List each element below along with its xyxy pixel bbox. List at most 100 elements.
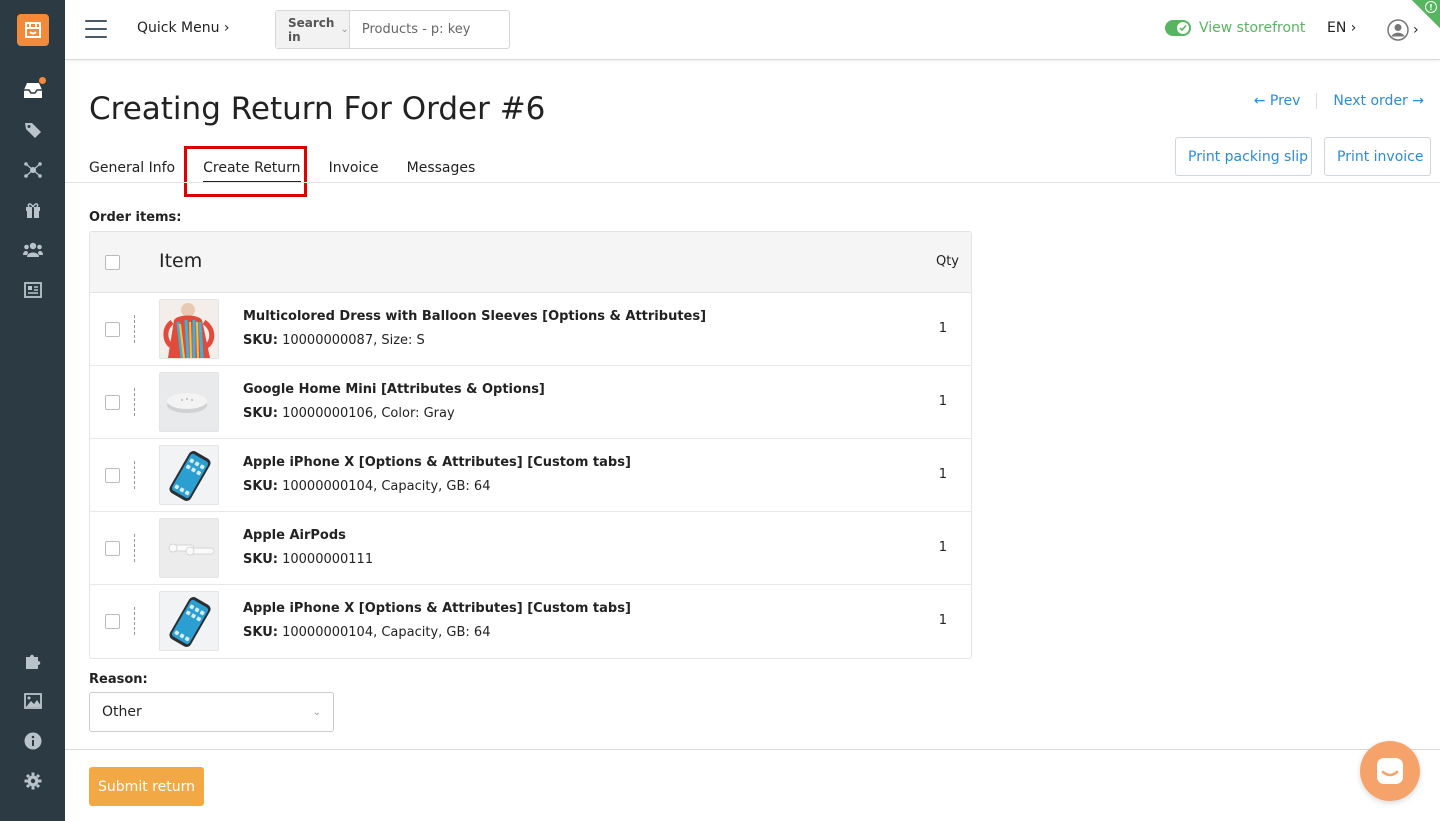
table-row: Multicolored Dress with Balloon Sleeves … bbox=[90, 293, 971, 366]
customers-icon[interactable] bbox=[22, 239, 44, 261]
marketing-network-icon[interactable] bbox=[22, 159, 44, 181]
row-checkbox[interactable] bbox=[105, 395, 120, 410]
order-items-label: Order items: bbox=[89, 210, 182, 225]
info-icon[interactable] bbox=[22, 730, 44, 752]
drag-handle[interactable] bbox=[134, 607, 135, 635]
cs-cart-logo[interactable] bbox=[17, 14, 49, 46]
search-box: Search in ⌄ bbox=[275, 10, 532, 49]
row-checkbox[interactable] bbox=[105, 322, 120, 337]
chat-icon bbox=[1377, 758, 1403, 784]
reason-selected-value: Other bbox=[102, 704, 142, 720]
topbar: Quick Menu › Search in ⌄ View storefront… bbox=[65, 0, 1440, 60]
products-tag-icon[interactable] bbox=[22, 119, 44, 141]
view-storefront-link[interactable]: View storefront bbox=[1165, 20, 1305, 36]
nav-divider bbox=[1316, 93, 1318, 109]
print-invoice-button[interactable]: Print invoice bbox=[1324, 137, 1431, 176]
view-storefront-label: View storefront bbox=[1199, 20, 1306, 36]
notification-corner[interactable]: ! bbox=[1404, 0, 1440, 34]
page-title: Creating Return For Order #6 bbox=[89, 91, 546, 127]
product-sku: SKU: 10000000104, Capacity, GB: 64 bbox=[243, 479, 490, 494]
sku-label: SKU: bbox=[243, 552, 278, 567]
product-sku: SKU: 10000000087, Size: S bbox=[243, 333, 425, 348]
tab-messages[interactable]: Messages bbox=[407, 160, 476, 183]
select-all-checkbox[interactable] bbox=[105, 255, 120, 270]
images-icon[interactable] bbox=[22, 690, 44, 712]
sku-value: 10000000104, Capacity, GB: 64 bbox=[282, 479, 491, 494]
product-name[interactable]: Google Home Mini [Attributes & Options] bbox=[243, 382, 545, 397]
column-header-item: Item bbox=[159, 250, 203, 272]
tab-general-info[interactable]: General Info bbox=[89, 160, 175, 183]
drag-handle[interactable] bbox=[134, 315, 135, 343]
table-row: Apple iPhone X [Options & Attributes] [C… bbox=[90, 585, 971, 658]
table-row: Apple AirPods SKU: 10000000111 1 bbox=[90, 512, 971, 585]
product-qty: 1 bbox=[938, 613, 947, 628]
main-content: Creating Return For Order #6 ← Prev Next… bbox=[65, 61, 1440, 749]
row-checkbox[interactable] bbox=[105, 614, 120, 629]
sku-value: 10000000087, Size: S bbox=[282, 333, 425, 348]
prev-order-link[interactable]: ← Prev bbox=[1254, 93, 1301, 109]
sku-label: SKU: bbox=[243, 625, 278, 640]
search-in-label: Search in bbox=[288, 15, 335, 44]
table-header: Item Qty bbox=[90, 232, 971, 293]
hamburger-menu-icon[interactable] bbox=[85, 20, 107, 38]
website-content-icon[interactable] bbox=[22, 279, 44, 301]
chevron-down-icon: ⌄ bbox=[340, 24, 349, 35]
language-selector[interactable]: EN › bbox=[1327, 20, 1356, 36]
column-header-qty: Qty bbox=[935, 254, 959, 269]
alert-icon: ! bbox=[1425, 1, 1437, 13]
sku-label: SKU: bbox=[243, 479, 278, 494]
next-order-link[interactable]: Next order → bbox=[1333, 93, 1424, 109]
table-row: Google Home Mini [Attributes & Options] … bbox=[90, 366, 971, 439]
product-sku: SKU: 10000000111 bbox=[243, 552, 373, 567]
storefront-status-toggle-icon bbox=[1165, 20, 1191, 36]
tab-bar: General Info Create Return Invoice Messa… bbox=[89, 160, 475, 183]
tabs-divider bbox=[65, 182, 1440, 183]
tab-invoice[interactable]: Invoice bbox=[329, 160, 379, 183]
drag-handle[interactable] bbox=[134, 534, 135, 562]
row-checkbox[interactable] bbox=[105, 541, 120, 556]
chat-widget-button[interactable] bbox=[1360, 741, 1420, 801]
order-navigation: ← Prev Next order → bbox=[1254, 93, 1424, 109]
sku-value: 10000000111 bbox=[282, 552, 374, 567]
quick-menu[interactable]: Quick Menu › bbox=[137, 20, 230, 36]
airpods-image[interactable] bbox=[159, 518, 219, 578]
product-qty: 1 bbox=[938, 467, 947, 482]
sku-value: 10000000104, Capacity, GB: 64 bbox=[282, 625, 491, 640]
speaker-image[interactable] bbox=[159, 372, 219, 432]
product-sku: SKU: 10000000106, Color: Gray bbox=[243, 406, 455, 421]
drag-handle[interactable] bbox=[134, 461, 135, 489]
submit-return-button[interactable]: Submit return bbox=[89, 767, 204, 806]
product-name[interactable]: Apple iPhone X [Options & Attributes] [C… bbox=[243, 601, 631, 616]
search-in-dropdown[interactable]: Search in ⌄ bbox=[276, 11, 350, 48]
row-checkbox[interactable] bbox=[105, 468, 120, 483]
print-packing-slip-button[interactable]: Print packing slip bbox=[1175, 137, 1312, 176]
dress-image[interactable] bbox=[159, 299, 219, 359]
phone-image[interactable] bbox=[159, 445, 219, 505]
chevron-down-icon: ⌄ bbox=[312, 706, 321, 718]
product-qty: 1 bbox=[938, 394, 947, 409]
product-qty: 1 bbox=[938, 540, 947, 555]
order-items-table: Item Qty Multicolored Dress with Balloon… bbox=[89, 231, 972, 659]
product-name[interactable]: Apple AirPods bbox=[243, 528, 346, 543]
product-name[interactable]: Apple iPhone X [Options & Attributes] [C… bbox=[243, 455, 631, 470]
drag-handle[interactable] bbox=[134, 388, 135, 416]
reason-select[interactable]: Other ⌄ bbox=[89, 692, 334, 732]
promotions-gift-icon[interactable] bbox=[22, 199, 44, 221]
search-input[interactable] bbox=[349, 11, 532, 48]
sku-label: SKU: bbox=[243, 406, 278, 421]
reason-label: Reason: bbox=[89, 672, 148, 687]
sidebar bbox=[0, 0, 65, 821]
sku-value: 10000000106, Color: Gray bbox=[282, 406, 455, 421]
orders-icon[interactable] bbox=[22, 77, 46, 101]
product-qty: 1 bbox=[938, 321, 947, 336]
addons-puzzle-icon[interactable] bbox=[22, 650, 44, 672]
notification-dot bbox=[39, 77, 46, 84]
product-sku: SKU: 10000000104, Capacity, GB: 64 bbox=[243, 625, 490, 640]
tab-create-return[interactable]: Create Return bbox=[203, 160, 301, 183]
sku-label: SKU: bbox=[243, 333, 278, 348]
table-row: Apple iPhone X [Options & Attributes] [C… bbox=[90, 439, 971, 512]
settings-gear-icon[interactable] bbox=[22, 770, 44, 792]
bottom-action-bar: Submit return bbox=[65, 749, 1440, 821]
phone-image[interactable] bbox=[159, 591, 219, 651]
product-name[interactable]: Multicolored Dress with Balloon Sleeves … bbox=[243, 309, 706, 324]
